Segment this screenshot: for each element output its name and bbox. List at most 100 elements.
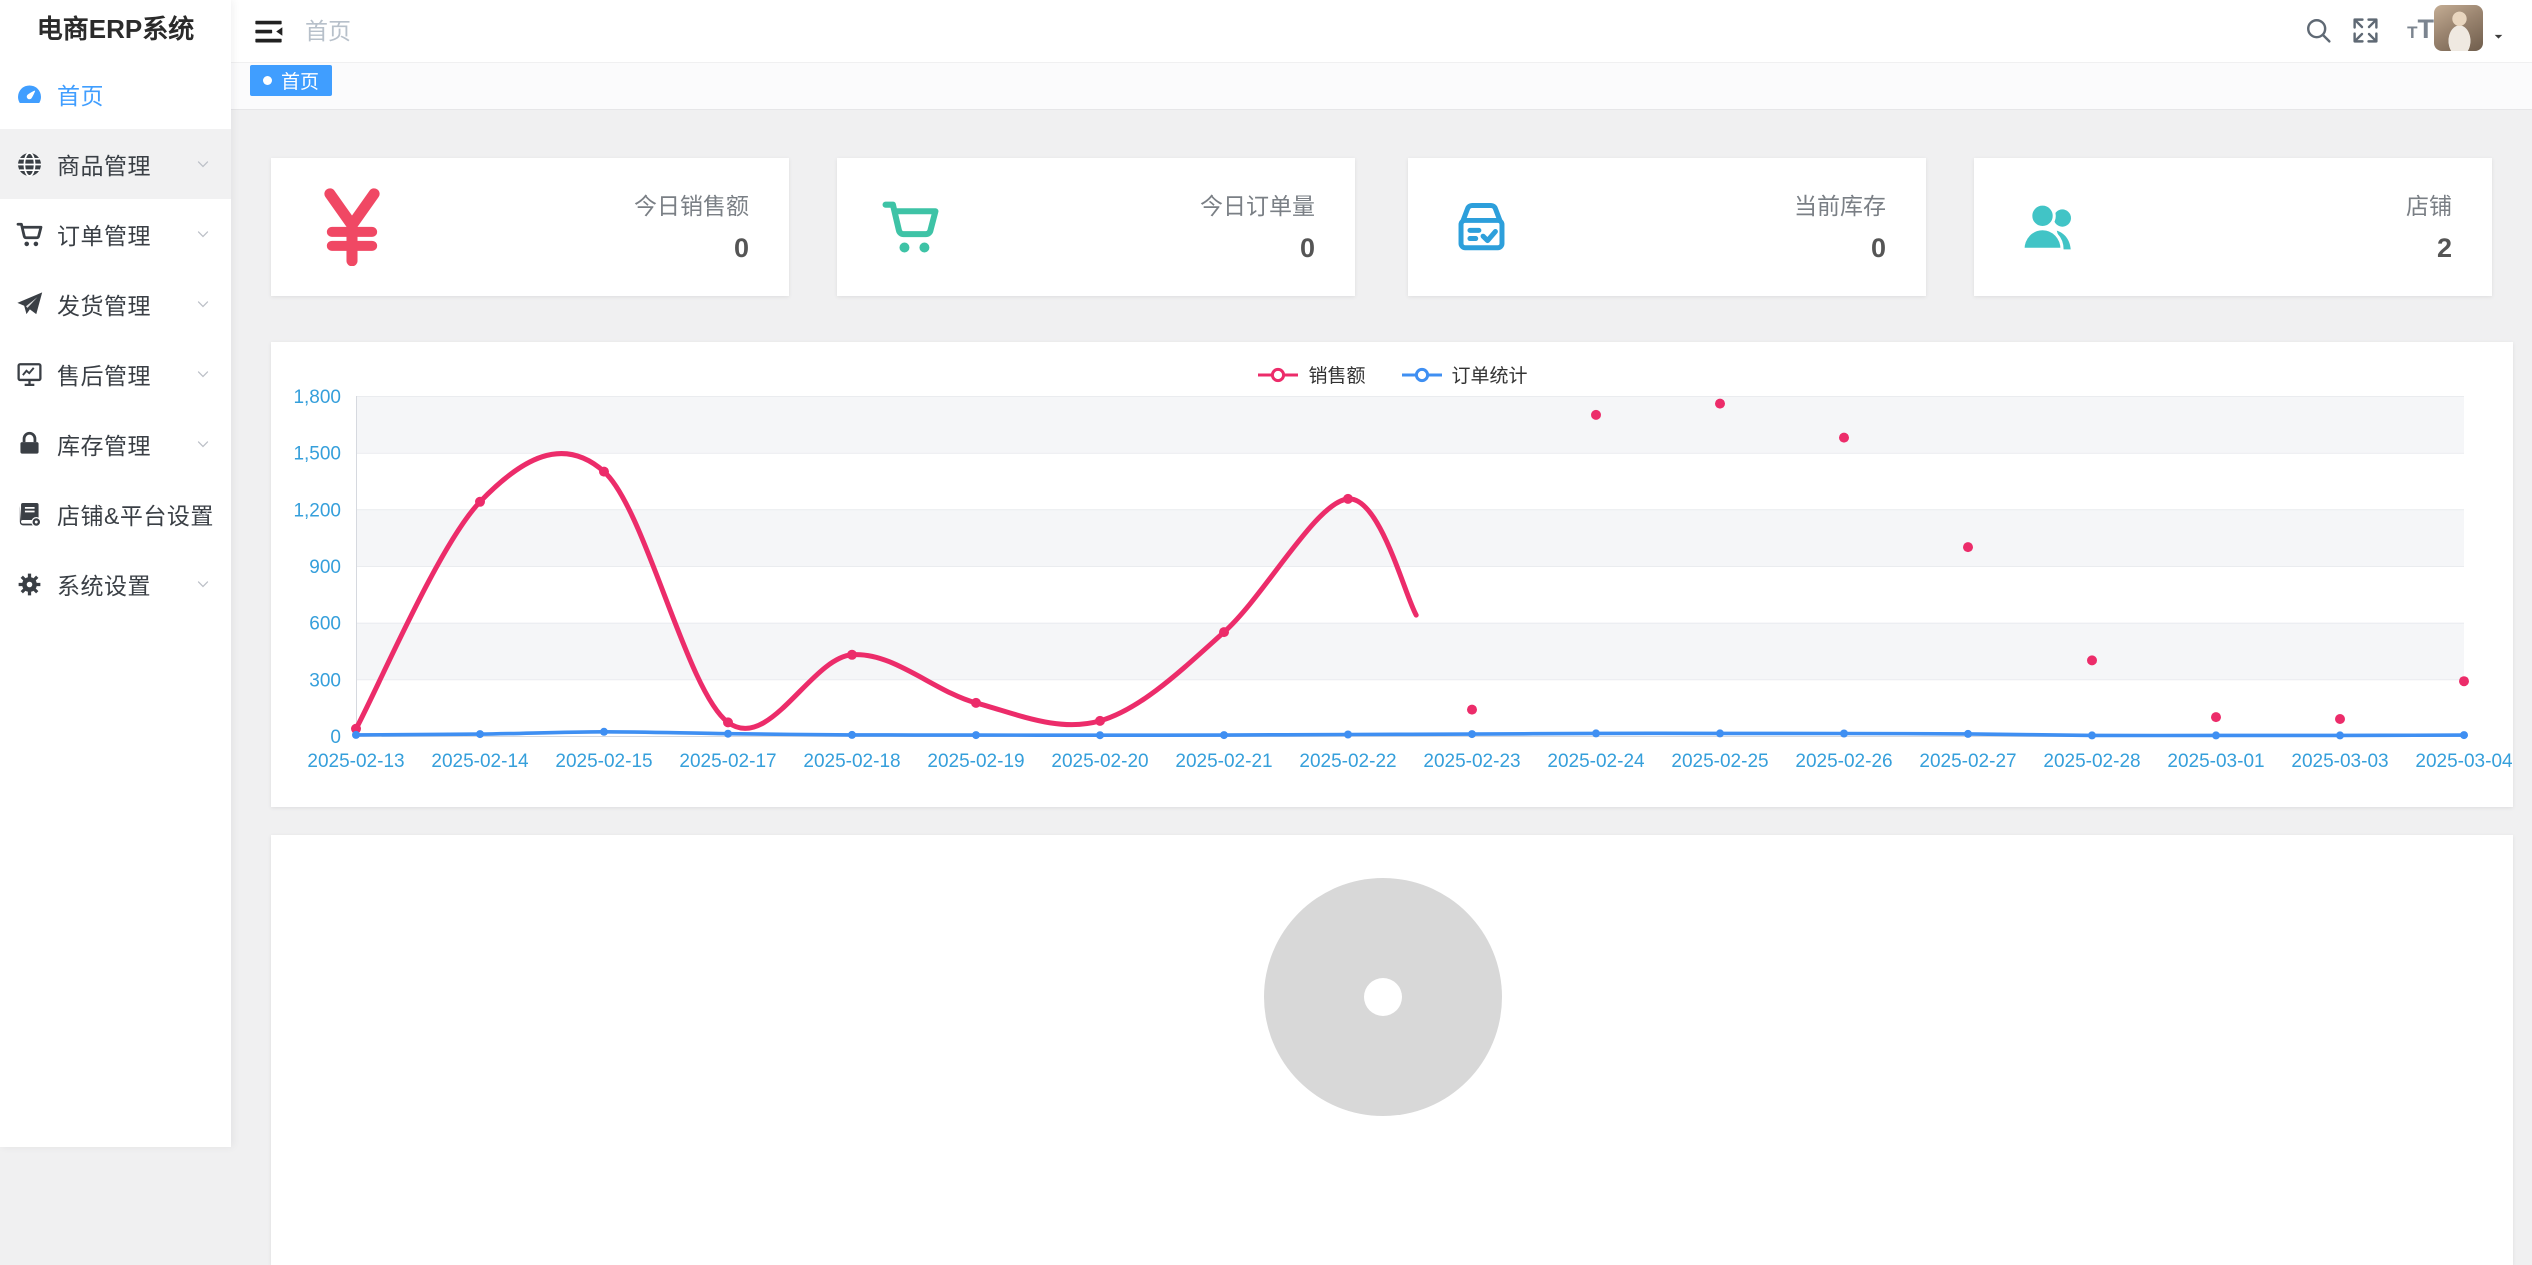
svg-text:2025-02-22: 2025-02-22	[1299, 751, 1396, 772]
aftersale-monitor-icon	[15, 360, 44, 389]
chevron-down-icon	[194, 505, 212, 523]
sidebar-item-7[interactable]: 系统设置	[0, 549, 231, 619]
stat-meta: 今日销售额 0	[634, 187, 749, 264]
chevron-down-icon	[194, 435, 212, 453]
svg-text:2025-02-19: 2025-02-19	[927, 751, 1024, 772]
sidebar: 电商ERP系统 首页商品管理订单管理发货管理售后管理库存管理店铺&平台设置系统设…	[0, 0, 231, 1147]
svg-text:2025-02-25: 2025-02-25	[1671, 751, 1768, 772]
sidebar-item-label: 系统设置	[57, 567, 151, 601]
svg-text:2025-02-24: 2025-02-24	[1547, 751, 1645, 772]
pie-chart-card	[271, 835, 2513, 1265]
svg-text:300: 300	[309, 670, 341, 691]
dashboard-icon	[15, 80, 44, 109]
sidebar-item-label: 商品管理	[57, 147, 151, 181]
sidebar-item-label: 订单管理	[57, 217, 151, 251]
users-icon	[2016, 194, 2083, 261]
stat-label: 今日订单量	[1200, 187, 1315, 221]
stat-label: 当前库存	[1794, 187, 1886, 221]
stat-meta: 店铺2	[2406, 187, 2452, 264]
lock-icon	[15, 430, 44, 459]
user-avatar[interactable]	[2434, 5, 2483, 51]
svg-text:2025-02-21: 2025-02-21	[1175, 751, 1272, 772]
sidebar-item-2[interactable]: 订单管理	[0, 199, 231, 269]
sidebar-menu: 首页商品管理订单管理发货管理售后管理库存管理店铺&平台设置系统设置	[0, 59, 231, 619]
svg-text:2025-02-17: 2025-02-17	[679, 751, 776, 772]
legend-label: 销售额	[1308, 361, 1365, 388]
main-content: 今日销售额 0 今日订单量 0 当前库存 0 店铺2 销售额 订单统计 0 300 600 900 1…	[231, 110, 2532, 1147]
tab-active-dot	[263, 76, 272, 85]
breadcrumb[interactable]: 首页	[305, 0, 351, 63]
stat-card-2: 当前库存 0	[1408, 158, 1926, 296]
svg-text:2025-02-23: 2025-02-23	[1423, 751, 1520, 772]
svg-text:1,200: 1,200	[293, 500, 341, 521]
chevron-down-icon	[194, 365, 212, 383]
sidebar-item-label: 发货管理	[57, 287, 151, 321]
fullscreen-icon[interactable]	[2351, 16, 2380, 45]
svg-text:2025-03-04: 2025-03-04	[2415, 751, 2513, 772]
chevron-down-icon	[194, 155, 212, 173]
stat-label: 今日销售额	[634, 187, 749, 221]
tab-strip: 首页	[231, 63, 2532, 110]
svg-text:0: 0	[330, 727, 341, 748]
inventory-box-icon	[1450, 196, 1513, 259]
sidebar-item-6[interactable]: 店铺&平台设置	[0, 479, 231, 549]
globe-icon	[15, 150, 44, 179]
svg-text:2025-03-01: 2025-03-01	[2167, 751, 2264, 772]
menu-fold-icon[interactable]	[251, 14, 286, 49]
svg-text:2025-02-20: 2025-02-20	[1051, 751, 1148, 772]
empty-pie-placeholder	[1264, 878, 1502, 1116]
stat-card-3: 店铺2	[1974, 158, 2492, 296]
sidebar-item-label: 库存管理	[57, 427, 151, 461]
svg-text:2025-02-18: 2025-02-18	[803, 751, 900, 772]
svg-text:2025-02-15: 2025-02-15	[555, 751, 652, 772]
caret-down-icon[interactable]	[2492, 30, 2505, 43]
sidebar-item-3[interactable]: 发货管理	[0, 269, 231, 339]
chevron-down-icon	[194, 575, 212, 593]
svg-text:2025-02-28: 2025-02-28	[2043, 751, 2140, 772]
tab-home[interactable]: 首页	[250, 65, 332, 96]
app-title: 电商ERP系统	[0, 0, 231, 62]
legend-item-0[interactable]: 销售额	[1256, 361, 1365, 388]
sidebar-item-label: 首页	[57, 77, 104, 111]
sales-orders-chart-card: 销售额订单统计 03006009001,2001,5001,8002025-02…	[271, 342, 2513, 807]
legend-item-1[interactable]: 订单统计	[1400, 361, 1528, 388]
svg-text:900: 900	[309, 557, 341, 578]
shop-platform-icon	[15, 500, 44, 529]
sidebar-item-label: 售后管理	[57, 357, 151, 391]
svg-text:2025-02-27: 2025-02-27	[1919, 751, 2016, 772]
stat-value: 0	[634, 233, 749, 264]
svg-text:600: 600	[309, 614, 341, 635]
stat-value: 2	[2406, 233, 2452, 264]
chart-canvas: 03006009001,2001,5001,8002025-02-132025-…	[271, 342, 2513, 807]
svg-text:1,800: 1,800	[293, 387, 341, 408]
cart-icon	[879, 196, 942, 259]
stat-meta: 当前库存 0	[1794, 187, 1886, 264]
stat-value: 0	[1794, 233, 1886, 264]
sidebar-item-5[interactable]: 库存管理	[0, 409, 231, 479]
svg-text:1,500: 1,500	[293, 444, 341, 465]
stat-meta: 今日订单量 0	[1200, 187, 1315, 264]
svg-text:2025-03-03: 2025-03-03	[2291, 751, 2388, 772]
legend-marker	[1400, 366, 1444, 384]
sidebar-item-1[interactable]: 商品管理	[0, 129, 231, 199]
stat-value: 0	[1200, 233, 1315, 264]
search-icon[interactable]	[2304, 16, 2333, 45]
sales-orders-chart[interactable]: 03006009001,2001,5001,8002025-02-132025-…	[271, 342, 2513, 807]
chart-legend: 销售额 订单统计	[271, 361, 2513, 388]
svg-text:2025-02-26: 2025-02-26	[1795, 751, 1892, 772]
chevron-down-icon	[194, 295, 212, 313]
sidebar-item-label: 店铺&平台设置	[57, 497, 214, 531]
top-navbar: 首页 TT	[231, 0, 2532, 63]
tab-label: 首页	[281, 67, 319, 94]
sidebar-item-4[interactable]: 售后管理	[0, 339, 231, 409]
yen-icon	[313, 188, 391, 266]
sidebar-item-0[interactable]: 首页	[0, 59, 231, 129]
cart-icon	[15, 220, 44, 249]
chevron-down-icon	[194, 225, 212, 243]
send-icon	[15, 290, 44, 319]
stat-card-1: 今日订单量 0	[837, 158, 1355, 296]
gear-icon	[15, 570, 44, 599]
font-size-icon[interactable]: TT	[2407, 14, 2434, 45]
legend-label: 订单统计	[1452, 361, 1528, 388]
svg-text:2025-02-14: 2025-02-14	[431, 751, 529, 772]
